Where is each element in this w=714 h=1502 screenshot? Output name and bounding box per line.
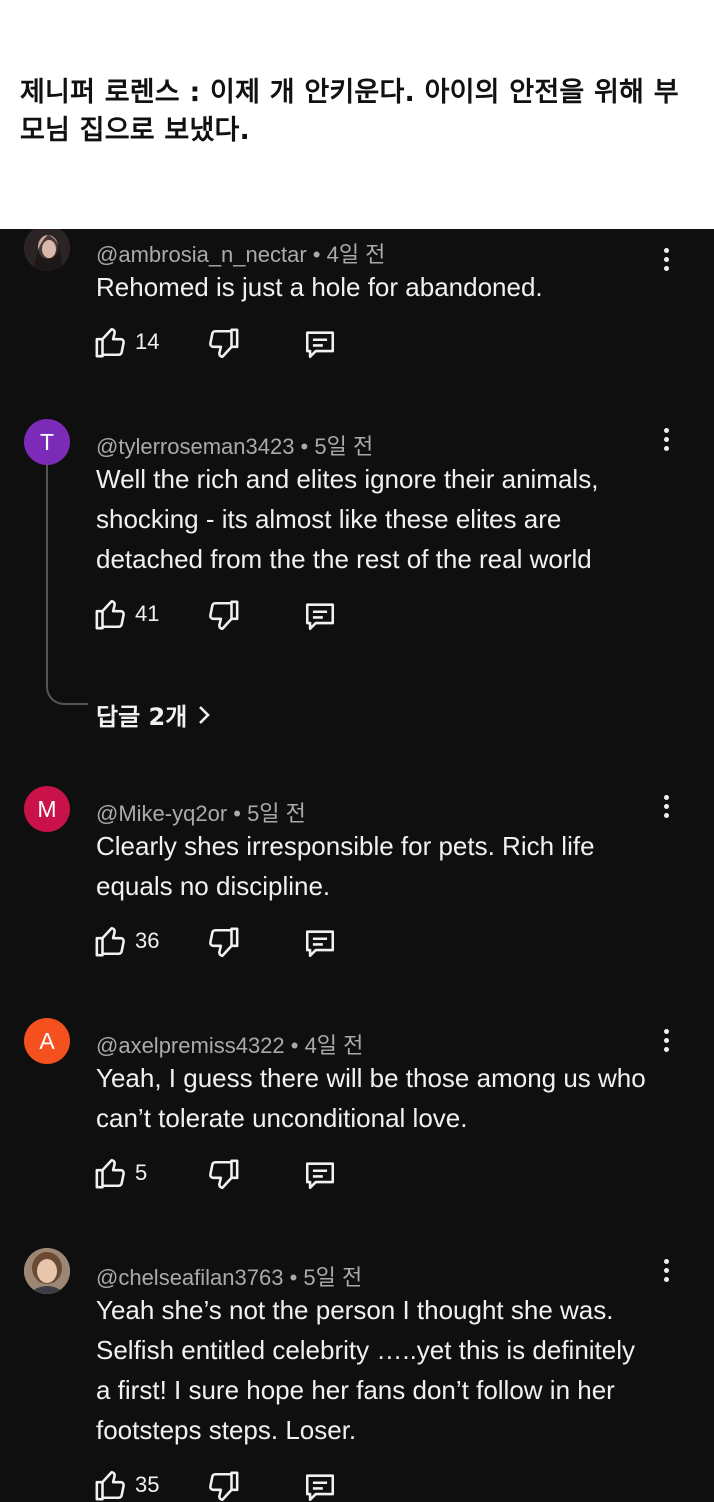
avatar[interactable]: M bbox=[24, 786, 70, 832]
thumbs-down-icon[interactable] bbox=[206, 926, 240, 960]
like-count: 14 bbox=[135, 329, 160, 354]
more-vertical-icon[interactable] bbox=[654, 788, 678, 824]
more-vertical-icon[interactable] bbox=[654, 1022, 678, 1058]
comment-text: Clearly shes irresponsible for pets. Ric… bbox=[96, 831, 595, 901]
comment-meta[interactable]: @tylerroseman3423 • 5일 전 bbox=[96, 429, 373, 461]
like-count: 5 bbox=[135, 1160, 148, 1185]
comment-icon[interactable] bbox=[302, 599, 338, 633]
replies-label: 답글 2개 bbox=[96, 703, 188, 731]
reply-thread-line bbox=[46, 465, 88, 705]
thumbs-up-icon[interactable] bbox=[94, 325, 128, 359]
thumbs-up-icon[interactable] bbox=[94, 924, 128, 958]
caption-title: 제니퍼 로렌스 : 이제 개 안키운다. 아이의 안전을 위해 부모님 집으로 … bbox=[20, 77, 679, 146]
comment-feed: @ambrosia_n_nectar • 4일 전 Rehomed is jus… bbox=[0, 229, 714, 1502]
comment-text: Yeah, I guess there will be those among … bbox=[96, 1063, 646, 1133]
thumbs-down-icon[interactable] bbox=[206, 327, 240, 361]
caption-header: 제니퍼 로렌스 : 이제 개 안키운다. 아이의 안전을 위해 부모님 집으로 … bbox=[0, 0, 714, 229]
avatar[interactable]: T bbox=[24, 419, 70, 465]
avatar[interactable] bbox=[24, 1248, 70, 1294]
comment-meta[interactable]: @chelseafilan3763 • 5일 전 bbox=[96, 1260, 362, 1292]
view-replies-button[interactable]: 답글 2개 bbox=[96, 697, 211, 732]
comment-meta[interactable]: @Mike-yq2or • 5일 전 bbox=[96, 796, 306, 828]
comment-text: Well the rich and elites ignore their an… bbox=[96, 464, 599, 574]
comment-icon[interactable] bbox=[302, 926, 338, 960]
thumbs-up-icon[interactable] bbox=[94, 597, 128, 631]
thumbs-down-icon[interactable] bbox=[206, 599, 240, 633]
comment-meta[interactable]: @axelpremiss4322 • 4일 전 bbox=[96, 1028, 363, 1060]
comment-text: Rehomed is just a hole for abandoned. bbox=[96, 272, 543, 302]
photo-avatar-icon bbox=[24, 229, 70, 271]
comment-icon[interactable] bbox=[302, 327, 338, 361]
thumbs-up-icon[interactable] bbox=[94, 1156, 128, 1190]
chevron-right-icon bbox=[199, 705, 211, 724]
thumbs-down-icon[interactable] bbox=[206, 1158, 240, 1192]
comment-icon[interactable] bbox=[302, 1158, 338, 1192]
avatar[interactable]: A bbox=[24, 1018, 70, 1064]
more-vertical-icon[interactable] bbox=[654, 1252, 678, 1288]
thumbs-down-icon[interactable] bbox=[206, 1470, 240, 1502]
comment-icon[interactable] bbox=[302, 1470, 338, 1502]
like-count: 35 bbox=[135, 1472, 160, 1497]
more-vertical-icon[interactable] bbox=[654, 241, 678, 277]
comment-text: Yeah she’s not the person I thought she … bbox=[96, 1295, 636, 1445]
more-vertical-icon[interactable] bbox=[654, 421, 678, 457]
like-count: 41 bbox=[135, 601, 160, 626]
photo-avatar-icon bbox=[24, 1248, 70, 1294]
thumbs-up-icon[interactable] bbox=[94, 1468, 128, 1502]
avatar[interactable] bbox=[24, 229, 70, 271]
like-count: 36 bbox=[135, 928, 160, 953]
comment-meta[interactable]: @ambrosia_n_nectar • 4일 전 bbox=[96, 237, 385, 269]
